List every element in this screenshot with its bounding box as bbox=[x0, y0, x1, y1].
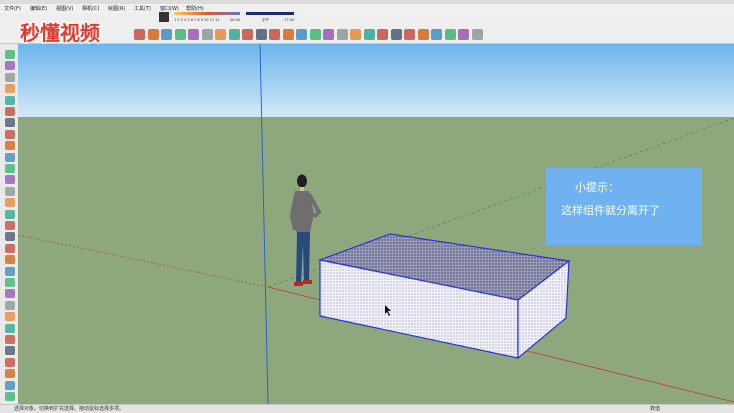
polygon-icon[interactable] bbox=[215, 29, 226, 40]
section-icon[interactable] bbox=[431, 29, 442, 40]
menu-edit[interactable]: 编辑(E) bbox=[30, 4, 47, 14]
shadow-time-mid: 中午 bbox=[262, 17, 270, 22]
component-icon[interactable] bbox=[5, 61, 15, 71]
menu-draw[interactable]: 绘图(R) bbox=[108, 4, 125, 14]
watermark-logo: 秒懂视频 bbox=[18, 20, 138, 46]
shadow-months: 1 2 3 4 5 6 7 8 9 10 11 12 bbox=[174, 18, 220, 22]
shadow-toggle-icon bbox=[159, 12, 169, 22]
axes-icon[interactable] bbox=[336, 29, 348, 40]
pan-icon[interactable] bbox=[363, 29, 375, 40]
pan-icon[interactable] bbox=[5, 312, 15, 322]
freehand-icon[interactable] bbox=[5, 152, 15, 162]
zoom-window-icon[interactable] bbox=[5, 335, 15, 344]
eraser-icon[interactable] bbox=[5, 84, 15, 94]
zoom-icon[interactable] bbox=[377, 29, 388, 40]
position-camera-icon[interactable] bbox=[5, 357, 15, 367]
svg-text:秒懂视频: 秒懂视频 bbox=[20, 21, 100, 45]
zoom-extents-icon[interactable] bbox=[390, 29, 402, 40]
arc-icon[interactable] bbox=[5, 107, 15, 116]
shadow-time-start: 06:00 bbox=[230, 18, 240, 22]
rotate-icon[interactable] bbox=[255, 29, 267, 40]
move-icon[interactable] bbox=[5, 164, 15, 173]
menu-tools[interactable]: 工具(T) bbox=[134, 4, 151, 14]
eraser-icon[interactable] bbox=[147, 29, 159, 40]
lookaround-icon[interactable] bbox=[5, 380, 15, 390]
protractor-icon[interactable] bbox=[5, 255, 15, 265]
paint-icon[interactable] bbox=[5, 72, 15, 82]
select-icon[interactable] bbox=[5, 50, 15, 59]
paint-icon[interactable] bbox=[296, 29, 307, 40]
ruby-icon[interactable] bbox=[471, 29, 483, 40]
axes-icon[interactable] bbox=[5, 278, 15, 287]
shadow-settings[interactable]: 1 2 3 4 5 6 7 8 9 10 11 12 06:00 中午 17:0… bbox=[158, 11, 298, 25]
offset-icon[interactable] bbox=[5, 221, 15, 230]
tape-icon[interactable] bbox=[309, 29, 321, 40]
followme-icon[interactable] bbox=[5, 198, 15, 208]
zoom-icon[interactable] bbox=[5, 323, 15, 333]
walk-icon[interactable] bbox=[5, 369, 15, 379]
walk-icon[interactable] bbox=[417, 29, 429, 40]
menu-file[interactable]: 文件(F) bbox=[4, 4, 21, 14]
menu-camera[interactable]: 相机(C) bbox=[82, 4, 99, 14]
circle-icon[interactable] bbox=[5, 129, 15, 139]
orbit-icon[interactable] bbox=[5, 300, 15, 310]
text-icon[interactable] bbox=[5, 266, 15, 276]
pencil-icon[interactable] bbox=[161, 29, 172, 40]
arc-icon[interactable] bbox=[201, 29, 213, 40]
tip-title: 小提示： bbox=[575, 181, 619, 194]
move-icon[interactable] bbox=[242, 29, 253, 40]
tip-body: 这样组件就分离开了 bbox=[561, 204, 660, 217]
rotate-icon[interactable] bbox=[5, 186, 15, 196]
sky bbox=[18, 44, 734, 117]
line-icon[interactable] bbox=[5, 95, 15, 105]
component-icon[interactable] bbox=[444, 29, 456, 40]
offset-icon[interactable] bbox=[282, 29, 294, 40]
scale-icon[interactable] bbox=[5, 209, 15, 219]
menu-view[interactable]: 视图(V) bbox=[56, 4, 73, 14]
warehouse-icon[interactable] bbox=[458, 29, 469, 40]
3dtext-icon[interactable] bbox=[5, 289, 15, 299]
dimension-icon[interactable] bbox=[5, 243, 15, 253]
tape-icon[interactable] bbox=[5, 232, 15, 242]
polygon-icon[interactable] bbox=[5, 141, 15, 151]
menu-bar: 文件(F) 编辑(E) 视图(V) 相机(C) 绘图(R) 工具(T) 窗口(W… bbox=[0, 4, 734, 14]
tip-box: 小提示： 这样组件就分离开了 bbox=[546, 168, 702, 245]
rectangle-icon[interactable] bbox=[174, 29, 186, 40]
camera-icon[interactable] bbox=[404, 29, 415, 40]
orbit-icon[interactable] bbox=[350, 29, 361, 40]
text-icon[interactable] bbox=[323, 29, 334, 40]
pushpull-icon[interactable] bbox=[228, 29, 240, 40]
shadow-time-end: 17:00 bbox=[284, 18, 294, 22]
section-icon[interactable] bbox=[5, 392, 15, 401]
rectangle-icon[interactable] bbox=[5, 118, 15, 128]
scale-icon[interactable] bbox=[269, 29, 280, 40]
pushpull-icon[interactable] bbox=[5, 175, 15, 185]
left-toolbar bbox=[0, 44, 19, 404]
circle-icon[interactable] bbox=[188, 29, 199, 40]
zoom-extents-icon[interactable] bbox=[5, 346, 15, 356]
